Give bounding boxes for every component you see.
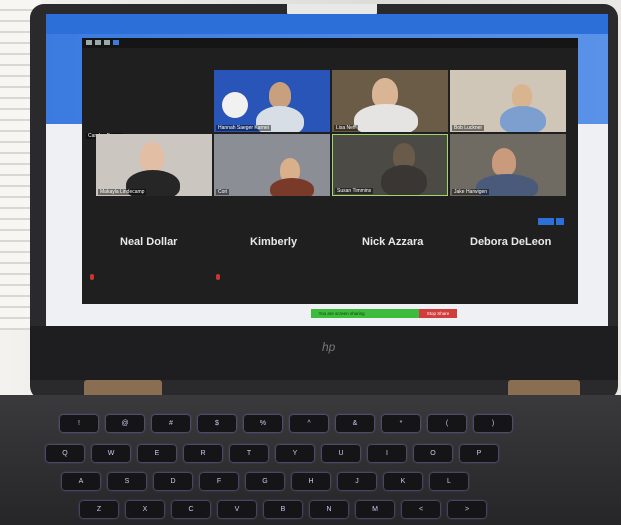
participant-name: Hannah Saeger Karnei	[216, 125, 271, 131]
screen-share-toolbar: You are screen sharing Stop Share	[311, 309, 457, 318]
keyboard-key[interactable]: Q	[46, 445, 84, 462]
keyboard-key[interactable]: F	[200, 473, 238, 490]
keyboard-key[interactable]: $	[198, 415, 236, 432]
keyboard-key[interactable]: )	[474, 415, 512, 432]
keyboard-key[interactable]: R	[184, 445, 222, 462]
keyboard-key[interactable]: L	[430, 473, 468, 490]
keyboard-key[interactable]: ^	[290, 415, 328, 432]
hp-logo: hp	[322, 340, 336, 354]
participant-body	[500, 106, 546, 132]
participant-name: Lisa Neff	[334, 125, 358, 131]
sign-graphic	[222, 92, 248, 118]
keyboard-key[interactable]: *	[382, 415, 420, 432]
keyboard-key[interactable]: A	[62, 473, 100, 490]
participant-tile[interactable]: Bob Luckner	[450, 70, 566, 132]
stop-share-button[interactable]: Stop Share	[419, 309, 457, 318]
keyboard-key[interactable]: X	[126, 501, 164, 518]
muted-mic-icon	[90, 274, 94, 280]
stop-share-label: Stop Share	[426, 311, 450, 316]
participant-body	[381, 165, 427, 195]
window-control-icon[interactable]	[95, 40, 101, 45]
gallery-view-icon[interactable]	[113, 40, 119, 45]
window-control-icon[interactable]	[104, 40, 110, 45]
participant-name: Bob Luckner	[452, 125, 485, 131]
keyboard-key[interactable]: <	[402, 501, 440, 518]
keyboard-key[interactable]: J	[338, 473, 376, 490]
keyboard-key[interactable]: G	[246, 473, 284, 490]
participant-tile[interactable]: Hannah Saeger Karnei	[214, 70, 330, 132]
participant-name: Makayla Lindecamp	[98, 189, 147, 195]
participant-tile[interactable]: Makayla Lindecamp	[96, 134, 212, 196]
participant-tile[interactable]: Cori	[214, 134, 330, 196]
keyboard-key[interactable]: C	[172, 501, 210, 518]
participant-tile[interactable]: Carolyn Brown	[84, 78, 204, 140]
keyboard-key[interactable]: W	[92, 445, 130, 462]
keyboard-key[interactable]: M	[356, 501, 394, 518]
participant-face	[512, 84, 532, 108]
keyboard-key[interactable]: @	[106, 415, 144, 432]
participant-tile-active-speaker[interactable]: Susan Timmins	[332, 134, 448, 196]
participant-face	[140, 142, 164, 172]
keyboard-key[interactable]: U	[322, 445, 360, 462]
laptop-screen: Carolyn Brown Hannah Saeger Karnei Lisa …	[46, 14, 608, 326]
participant-name: Susan Timmins	[335, 188, 374, 194]
participant-tile[interactable]: Lisa Neff	[332, 70, 448, 132]
keyboard-key[interactable]: V	[218, 501, 256, 518]
audio-participant-name: Kimberly	[250, 236, 298, 248]
keyboard-key[interactable]: #	[152, 415, 190, 432]
keyboard-key[interactable]: N	[310, 501, 348, 518]
keyboard-key[interactable]: Z	[80, 501, 118, 518]
share-status-text: You are screen sharing	[318, 311, 365, 316]
participant-name: Cori	[216, 189, 230, 195]
audio-participant-name: Neal Dollar	[120, 236, 178, 248]
keyboard-key[interactable]: %	[244, 415, 282, 432]
participant-face	[269, 82, 291, 108]
window-control-icon[interactable]	[86, 40, 92, 45]
share-status: You are screen sharing	[311, 309, 419, 318]
participant-name: Jake Harwigen	[452, 189, 490, 195]
keyboard-key[interactable]: S	[108, 473, 146, 490]
keyboard-key[interactable]: H	[292, 473, 330, 490]
keyboard-key[interactable]: I	[368, 445, 406, 462]
keyboard-key[interactable]: !	[60, 415, 98, 432]
zoom-window: Carolyn Brown Hannah Saeger Karnei Lisa …	[82, 38, 578, 304]
muted-mic-icon	[216, 274, 220, 280]
participant-body	[354, 104, 418, 132]
keyboard-key[interactable]: K	[384, 473, 422, 490]
keyboard-key[interactable]: T	[230, 445, 268, 462]
keyboard-key[interactable]: P	[460, 445, 498, 462]
desktop-top-bar	[46, 14, 608, 34]
keyboard-key[interactable]: &	[336, 415, 374, 432]
keyboard-deck: ! @ # $% ^ & * () Q W E R T Y U I O P A S D F G H J K L Z X C V B N M < >	[0, 395, 621, 525]
participant-face	[492, 148, 516, 176]
audio-participant-name: Nick Azzara	[362, 236, 424, 248]
zoom-titlebar	[82, 38, 578, 48]
keyboard-key[interactable]: (	[428, 415, 466, 432]
participant-tile[interactable]: Jake Harwigen	[450, 134, 566, 196]
keyboard-key[interactable]: D	[154, 473, 192, 490]
keyboard-key[interactable]: E	[138, 445, 176, 462]
keyboard-key[interactable]: B	[264, 501, 302, 518]
audio-participant-name: Debora DeLeon	[470, 236, 552, 248]
more-icon[interactable]	[556, 218, 564, 225]
view-button[interactable]	[538, 218, 554, 225]
participant-body	[270, 178, 314, 196]
keyboard-key[interactable]: O	[414, 445, 452, 462]
keyboard-key[interactable]: >	[448, 501, 486, 518]
keyboard-key[interactable]: Y	[276, 445, 314, 462]
